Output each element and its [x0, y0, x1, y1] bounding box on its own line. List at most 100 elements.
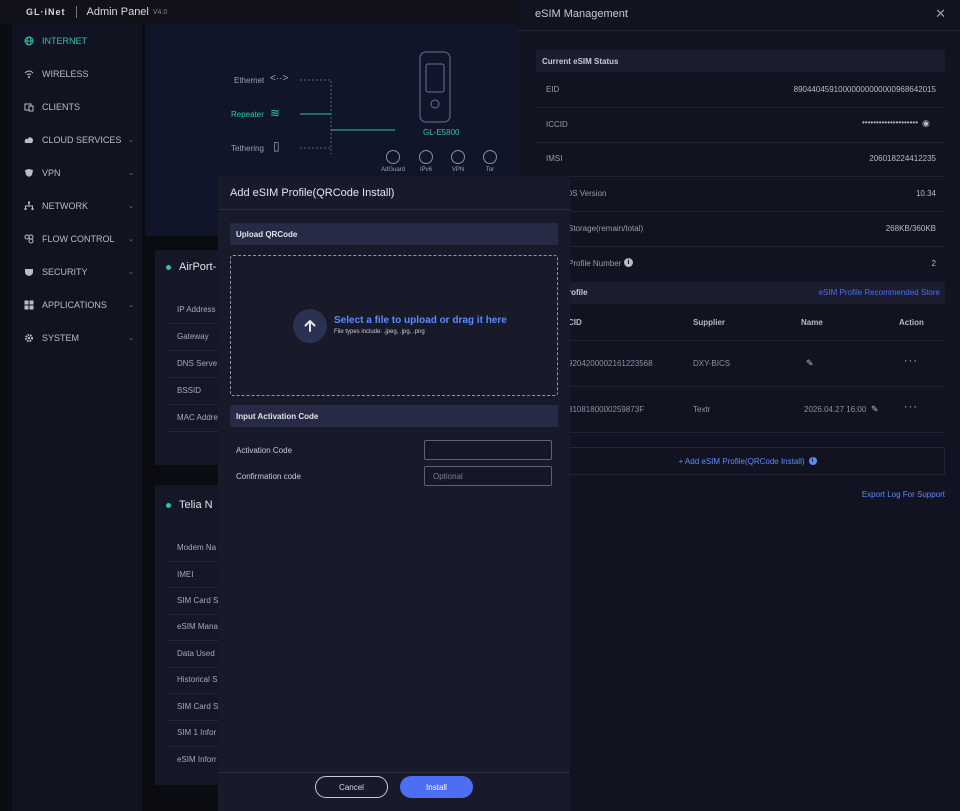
sim-1-info-label: SIM 1 Infor [177, 728, 217, 737]
esim-info-label: eSIM Inforr [177, 755, 217, 764]
sidebar-item-system[interactable]: SYSTEM ⌄ [12, 321, 142, 354]
export-log-link[interactable]: Export Log For Support [862, 490, 945, 499]
sidebar-item-label: CLIENTS [42, 101, 81, 112]
profile-supplier: DXY-BICS [693, 359, 731, 368]
sidebar-item-applications[interactable]: APPLICATIONS ⌄ [12, 288, 142, 321]
shield-icon [25, 168, 33, 177]
ipv6-icon [419, 150, 433, 164]
recommended-store-link[interactable]: eSIM Profile Recommended Store [819, 288, 940, 297]
more-actions-icon[interactable]: ··· [904, 355, 918, 367]
tethering-label: Tethering [231, 144, 264, 153]
install-button[interactable]: Install [400, 776, 473, 798]
chevron-down-icon: ⌄ [128, 136, 134, 144]
repeater-label: Repeater [231, 110, 264, 119]
row-divider [536, 211, 945, 212]
info-icon[interactable]: i [624, 258, 633, 267]
row-divider [536, 432, 945, 433]
wifi-icon [24, 70, 34, 78]
sidebar-item-label: FLOW CONTROL [42, 233, 115, 244]
feature-label: AdGuard [381, 167, 406, 173]
profile-name: 2026.04.27 16:00 [804, 405, 867, 414]
sidebar-item-wireless[interactable]: WIRELESS [12, 57, 142, 90]
profile-section-title: rofile [568, 288, 588, 297]
historical-label: Historical S [177, 675, 218, 684]
data-used-label: Data Used [177, 649, 215, 658]
gateway-label: Gateway [177, 332, 209, 341]
tor-icon [483, 150, 497, 164]
storage-value: 268KB/360KB [885, 224, 936, 233]
ipv6-feature[interactable]: IPv6 [414, 150, 438, 173]
wifi-icon: ≋ [270, 106, 281, 120]
device-name: GL-E5800 [423, 128, 460, 137]
os-version-value: 10.34 [915, 189, 936, 198]
modal-footer: Cancel Install [218, 772, 570, 811]
profile-number-label: Profile Number [568, 259, 622, 268]
activation-code-input[interactable] [424, 440, 552, 460]
sidebar-item-clients[interactable]: CLIENTS [12, 90, 142, 123]
modal-title: Add eSIM Profile(QRCode Install) [218, 176, 570, 210]
clients-icon [24, 103, 34, 111]
eye-icon[interactable]: ◉ [922, 118, 930, 129]
sidebar-item-network[interactable]: NETWORK ⌄ [12, 189, 142, 222]
modem-name-label: Modem Na [177, 543, 217, 552]
add-esim-modal: Add eSIM Profile(QRCode Install) Upload … [218, 176, 570, 811]
profile-number-value: 2 [931, 259, 936, 268]
more-actions-icon[interactable]: ··· [904, 401, 918, 413]
dns-server-label: DNS Serve [177, 359, 218, 368]
chevron-down-icon: ⌄ [128, 301, 134, 309]
sidebar-item-label: SYSTEM [42, 332, 80, 343]
apps-icon [24, 300, 34, 309]
info-icon: i [808, 457, 817, 465]
flow-icon [24, 234, 34, 243]
row-divider [536, 340, 945, 341]
os-version-label: OS Version [566, 189, 607, 198]
sidebar-item-label: APPLICATIONS [42, 299, 107, 310]
close-icon[interactable]: ✕ [935, 6, 946, 22]
header-divider [75, 6, 77, 18]
column-name: Name [801, 318, 823, 327]
activation-code-section: Input Activation Code [230, 405, 558, 427]
telia-card-title: Telia N [166, 499, 213, 511]
top-bar: GL·iNet Admin Panel V4.0 [0, 0, 520, 24]
sidebar-item-label: NETWORK [42, 200, 88, 211]
sidebar-item-cloud-services[interactable]: CLOUD SERVICES ⌄ [12, 123, 142, 156]
sidebar: INTERNET WIRELESS CLIENTS CLOUD SERVICES… [12, 24, 142, 811]
chevron-down-icon: ⌄ [128, 202, 134, 210]
cloud-icon [24, 136, 33, 143]
chevron-down-icon: ⌄ [128, 268, 134, 276]
row-divider [536, 176, 945, 177]
profile-supplier: Textr [693, 405, 711, 414]
sidebar-item-label: SECURITY [42, 266, 88, 277]
column-action: Action [899, 318, 924, 327]
vpn-icon [451, 150, 465, 164]
upload-icon [293, 309, 327, 343]
confirmation-code-input[interactable] [424, 466, 552, 486]
adguard-feature[interactable]: AdGuard [381, 150, 405, 173]
sidebar-item-flow-control[interactable]: FLOW CONTROL ⌄ [12, 222, 142, 255]
esim-status-header: Current eSIM Status [536, 50, 945, 72]
tor-feature[interactable]: Tor [478, 150, 502, 173]
sidebar-item-security[interactable]: SECURITY ⌄ [12, 255, 142, 288]
sidebar-item-vpn[interactable]: VPN ⌄ [12, 156, 142, 189]
sidebar-item-label: INTERNET [42, 35, 87, 46]
row-divider [536, 246, 945, 247]
row-divider [536, 107, 945, 108]
globe-icon [24, 36, 34, 45]
ethernet-icon: <··> [270, 73, 289, 84]
vpn-feature[interactable]: VPN [446, 150, 470, 173]
chevron-down-icon: ⌄ [128, 235, 134, 243]
add-esim-profile-button[interactable]: + Add eSIM Profile(QRCode Install) i [550, 447, 945, 475]
confirmation-code-label: Confirmation code [236, 472, 301, 481]
feature-label: VPN [451, 167, 465, 173]
eid-label: EID [546, 85, 560, 94]
qrcode-dropzone[interactable]: Select a file to upload or drag it here … [230, 255, 558, 396]
sidebar-item-internet[interactable]: INTERNET [12, 24, 142, 57]
esim-management-label: eSIM Mana [177, 622, 218, 631]
edit-icon[interactable]: ✎ [871, 404, 879, 415]
imsi-value: 206018224412235 [869, 154, 936, 163]
edit-icon[interactable]: ✎ [806, 358, 814, 369]
cancel-button[interactable]: Cancel [315, 776, 388, 798]
upload-title: Select a file to upload or drag it here [334, 315, 507, 326]
gear-icon [25, 333, 33, 342]
bssid-label: BSSID [177, 386, 202, 395]
